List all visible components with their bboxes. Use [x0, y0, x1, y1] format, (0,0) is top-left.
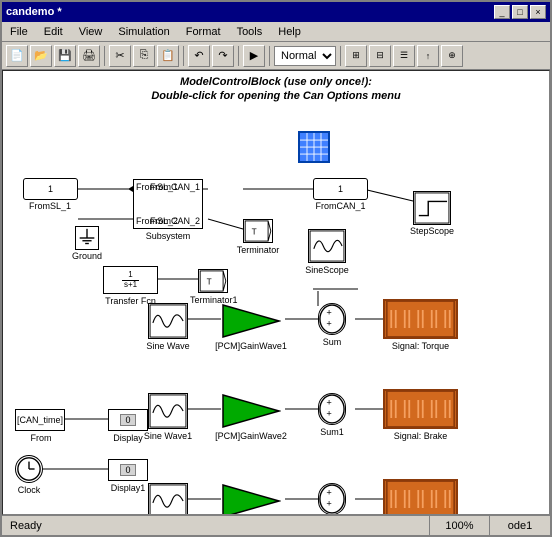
gain-label: [PCM]GainWave1: [213, 341, 289, 351]
close-button[interactable]: ×: [530, 5, 546, 19]
display-block[interactable]: 0: [108, 409, 148, 431]
sine-wave1-label: Sine Wave1: [141, 431, 195, 441]
sum-block[interactable]: + +: [318, 303, 346, 335]
sum1-block[interactable]: + +: [318, 393, 346, 425]
tb-extra-1[interactable]: ⊞: [345, 45, 367, 67]
menu-tools[interactable]: Tools: [233, 25, 267, 39]
signal-throttle-block[interactable]: [383, 479, 458, 515]
stepscope-block[interactable]: [413, 191, 451, 225]
sine-wave1-block[interactable]: [148, 393, 188, 429]
maximize-button[interactable]: □: [512, 5, 528, 19]
window-title: candemo *: [6, 6, 62, 18]
header-line2: Double-click for opening the Can Options…: [3, 89, 549, 103]
svg-text:+: +: [326, 487, 331, 497]
new-button[interactable]: 📄: [6, 45, 28, 67]
menu-format[interactable]: Format: [182, 25, 225, 39]
redo-button[interactable]: ↷: [212, 45, 234, 67]
toolbar: 📄 📂 💾 🖨 ✂ ⎘ 📋 ↶ ↷ ▶ Normal ⊞ ⊟ ☰ ↑ ⊕: [2, 42, 550, 70]
fromcan1-block[interactable]: 1: [313, 178, 368, 200]
transfer-fcn-block[interactable]: 1 s+1: [103, 266, 158, 294]
menu-view[interactable]: View: [75, 25, 107, 39]
paste-button[interactable]: 📋: [157, 45, 179, 67]
tb-extra-3[interactable]: ☰: [393, 45, 415, 67]
terminator1-block[interactable]: T: [198, 269, 228, 293]
clock-block[interactable]: [15, 455, 43, 483]
sinescope-block[interactable]: [308, 229, 346, 263]
menu-simulation[interactable]: Simulation: [114, 25, 173, 39]
display1-label: Display1: [108, 483, 148, 493]
toolbar-separator-2: [183, 46, 184, 66]
open-button[interactable]: 📂: [30, 45, 52, 67]
clock-label: Clock: [13, 485, 45, 495]
svg-text:+: +: [326, 397, 331, 407]
signal-brake-block[interactable]: [383, 389, 458, 429]
sum2-block[interactable]: + +: [318, 483, 346, 515]
model-control-block[interactable]: [298, 131, 330, 163]
ground-label: Ground: [71, 251, 103, 261]
wires-layer: [3, 71, 549, 514]
status-bar: Ready 100% ode1: [2, 515, 550, 535]
subsystem-label: Subsystem: [138, 231, 198, 241]
fromsl1-block[interactable]: 1: [23, 178, 78, 200]
copy-button[interactable]: ⎘: [133, 45, 155, 67]
status-solver: ode1: [490, 516, 550, 535]
status-ready: Ready: [2, 516, 430, 535]
toolbar-separator-5: [340, 46, 341, 66]
title-bar: candemo * _ □ ×: [2, 2, 550, 22]
svg-text:T: T: [252, 228, 257, 237]
sum1-label: Sum1: [313, 427, 351, 437]
sine-wave-label: Sine Wave: [141, 341, 195, 351]
canvas-header: ModelControlBlock (use only once!): Doub…: [3, 75, 549, 104]
tb-extra-2[interactable]: ⊟: [369, 45, 391, 67]
menu-help[interactable]: Help: [274, 25, 305, 39]
menu-file[interactable]: File: [6, 25, 32, 39]
undo-button[interactable]: ↶: [188, 45, 210, 67]
gain1-block[interactable]: [221, 393, 281, 429]
fromsl1-label: FromSL_1: [20, 201, 80, 211]
toolbar-separator-4: [269, 46, 270, 66]
tb-extra-5[interactable]: ⊕: [441, 45, 463, 67]
title-bar-controls: _ □ ×: [494, 5, 546, 19]
save-button[interactable]: 💾: [54, 45, 76, 67]
signal-brake-label: Signal: Brake: [377, 431, 464, 441]
main-window: candemo * _ □ × File Edit View Simulatio…: [0, 0, 552, 537]
from-block[interactable]: [CAN_time]: [15, 409, 65, 431]
display-label: Display: [108, 433, 148, 443]
signal-torque-block[interactable]: [383, 299, 458, 339]
sinescope-label: SineScope: [303, 265, 351, 275]
signal-torque-label: Signal: Torque: [377, 341, 464, 351]
sine-wave2-block[interactable]: [148, 483, 188, 515]
tb-extra-4[interactable]: ↑: [417, 45, 439, 67]
svg-text:+: +: [326, 408, 331, 418]
terminator-block[interactable]: T: [243, 219, 273, 243]
svg-text:+: +: [326, 498, 331, 508]
sum-label: Sum: [313, 337, 351, 347]
cut-button[interactable]: ✂: [109, 45, 131, 67]
minimize-button[interactable]: _: [494, 5, 510, 19]
svg-text:+: +: [326, 307, 331, 317]
sine-wave-block[interactable]: [148, 303, 188, 339]
menu-edit[interactable]: Edit: [40, 25, 67, 39]
terminator-label: Terminator: [235, 245, 281, 255]
print-button[interactable]: 🖨: [78, 45, 100, 67]
status-zoom: 100%: [430, 516, 490, 535]
sim-mode-dropdown[interactable]: Normal: [274, 46, 336, 66]
header-line1: ModelControlBlock (use only once!):: [3, 75, 549, 89]
stepscope-label: StepScope: [408, 226, 456, 236]
svg-text:T: T: [207, 278, 212, 287]
svg-text:+: +: [326, 318, 331, 328]
toolbar-separator-1: [104, 46, 105, 66]
subsystem-block[interactable]: FromSL_1 FromSL_2 FromCAN_1 FromCAN_2: [133, 179, 203, 229]
gain1-label: [PCM]GainWave2: [213, 431, 289, 441]
menu-bar: File Edit View Simulation Format Tools H…: [2, 22, 550, 42]
from-label: From: [25, 433, 57, 443]
sim-start-button[interactable]: ▶: [243, 45, 265, 67]
fromcan1-label: FromCAN_1: [308, 201, 373, 211]
gain2-block[interactable]: [221, 483, 281, 515]
ground-block[interactable]: [75, 226, 99, 250]
display1-block[interactable]: 0: [108, 459, 148, 481]
gain-block[interactable]: [221, 303, 281, 339]
toolbar-separator-3: [238, 46, 239, 66]
canvas-area[interactable]: ModelControlBlock (use only once!): Doub…: [2, 70, 550, 515]
